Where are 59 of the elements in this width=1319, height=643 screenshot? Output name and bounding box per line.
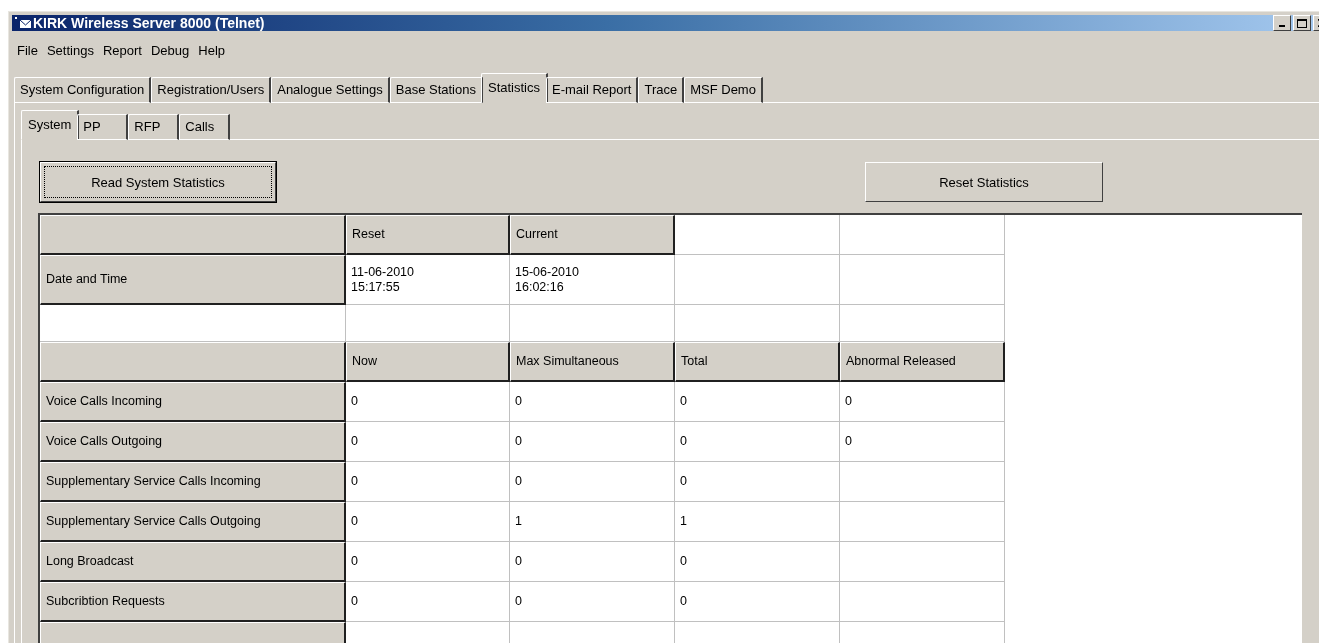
menu-item[interactable]: Report xyxy=(102,43,142,58)
tab[interactable]: Trace xyxy=(638,77,685,103)
table-cell: 0 xyxy=(346,382,510,422)
column-header: Now xyxy=(346,342,510,382)
minimize-button[interactable] xyxy=(1273,15,1291,31)
table-cell: 11-06-2010 15:17:55 xyxy=(346,255,510,305)
tab[interactable]: System xyxy=(21,110,80,140)
maximize-button[interactable] xyxy=(1293,15,1311,31)
table-cell: 0 xyxy=(675,582,840,622)
row-header: Supplementary Service Calls Outgoing xyxy=(40,502,346,542)
table-cell: 0 xyxy=(346,462,510,502)
tab[interactable]: E-mail Report xyxy=(546,77,639,103)
column-header: Current xyxy=(510,215,675,255)
column-header: Abnormal Released xyxy=(840,342,1005,382)
table-cell: 0 xyxy=(346,542,510,582)
table-cell: 0 xyxy=(346,582,510,622)
row-header: Long Broadcast xyxy=(40,542,346,582)
tab[interactable]: Statistics xyxy=(480,73,548,103)
table-cell: 0 xyxy=(510,542,675,582)
tab[interactable]: Analogue Settings xyxy=(271,77,390,103)
table-cell: 1 xyxy=(510,502,675,542)
menu-item[interactable]: Help xyxy=(198,43,226,58)
table-cell: 0 xyxy=(675,422,840,462)
table-cell: 0 xyxy=(510,462,675,502)
maximize-icon xyxy=(1297,18,1307,28)
table-cell: 0 xyxy=(840,382,1005,422)
table-cell: 0 xyxy=(346,422,510,462)
column-header: Total xyxy=(675,342,840,382)
table-cell: 0 xyxy=(510,382,675,422)
window-title: KIRK Wireless Server 8000 (Telnet) xyxy=(33,15,265,31)
row-header: Voice Calls Incoming xyxy=(40,382,346,422)
table-cell: 0 xyxy=(510,582,675,622)
row-header: Date and Time xyxy=(40,255,346,305)
column-header: Reset xyxy=(346,215,510,255)
menu-item[interactable]: Debug xyxy=(150,43,190,58)
table-cell: 1 xyxy=(675,502,840,542)
table-cell: 0 xyxy=(675,462,840,502)
tab[interactable]: Base Stations xyxy=(389,77,483,103)
table-cell: 0 xyxy=(840,422,1005,462)
column-header: Max Simultaneous xyxy=(510,342,675,382)
table-cell: 0 xyxy=(510,422,675,462)
menu-item[interactable]: Settings xyxy=(46,43,94,58)
tab[interactable]: PP xyxy=(77,114,129,140)
row-header: Supplementary Service Calls Incoming xyxy=(40,462,346,502)
tab[interactable]: RFP xyxy=(128,114,180,140)
row-header: Subcribtion Requests xyxy=(40,582,346,622)
tab[interactable]: System Configuration xyxy=(14,77,152,103)
table-cell: 0 xyxy=(346,502,510,542)
tab[interactable]: Registration/Users xyxy=(151,77,272,103)
menu-item[interactable]: File xyxy=(17,43,38,58)
table-cell: 0 xyxy=(675,382,840,422)
table-cell: 0 xyxy=(675,542,840,582)
read-statistics-button[interactable]: Read System Statistics xyxy=(40,162,276,202)
reset-statistics-button[interactable]: Reset Statistics xyxy=(865,162,1103,202)
envelope-icon xyxy=(15,17,31,29)
tab[interactable]: MSF Demo xyxy=(684,77,763,103)
row-header: Voice Calls Outgoing xyxy=(40,422,346,462)
table-cell: 15-06-2010 16:02:16 xyxy=(510,255,675,305)
tab[interactable]: Calls xyxy=(179,114,231,140)
